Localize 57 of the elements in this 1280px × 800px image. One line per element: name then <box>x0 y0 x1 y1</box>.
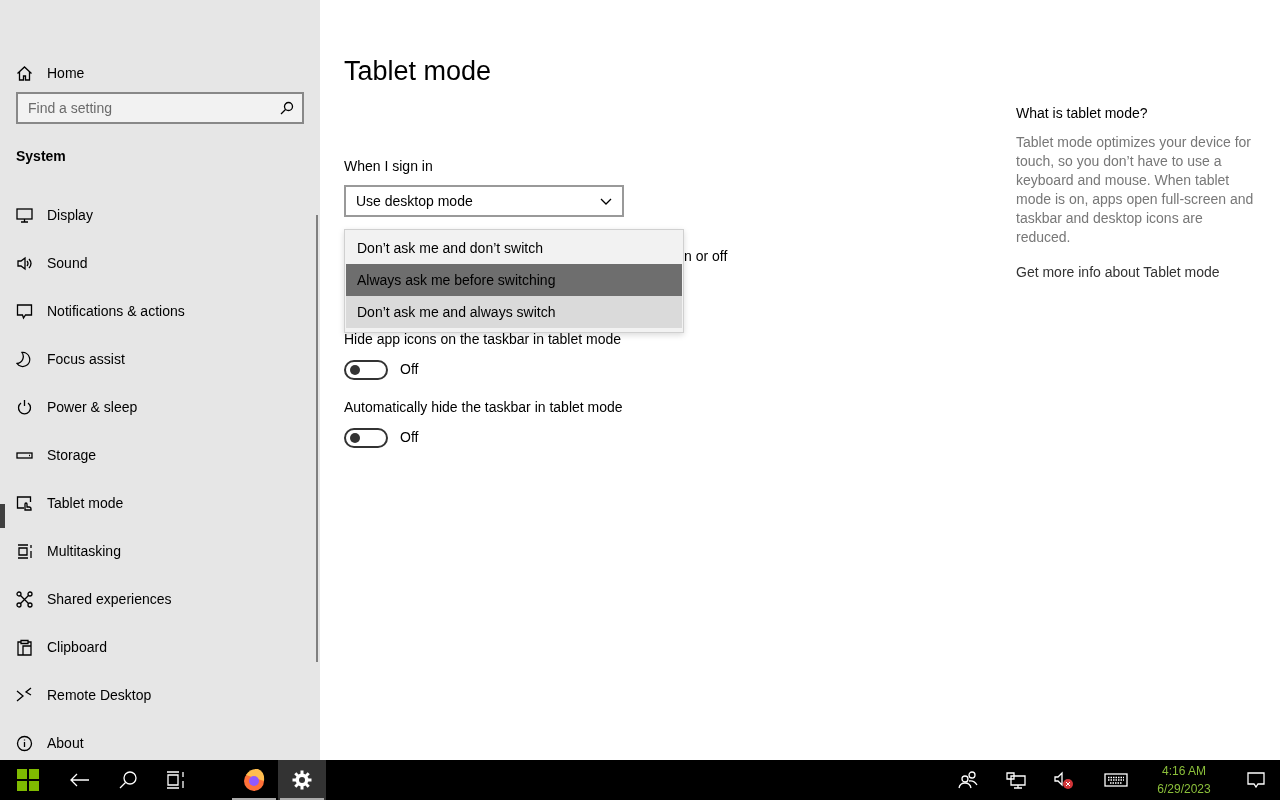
task-view-icon <box>166 771 186 789</box>
dropdown-option[interactable]: Don’t ask me and always switch <box>346 296 682 328</box>
search-field[interactable]: Find a setting <box>16 92 304 124</box>
home-link[interactable]: Home <box>0 62 300 84</box>
page-title: Tablet mode <box>344 55 493 88</box>
speaker-icon <box>16 254 33 272</box>
sidebar-item[interactable]: Multitasking <box>0 540 300 562</box>
settings-icon <box>292 770 312 790</box>
keyboard-icon <box>1104 773 1128 787</box>
notification-icon <box>1247 772 1265 788</box>
remote-desktop-icon <box>16 686 33 704</box>
moon-icon <box>16 350 33 368</box>
multitasking-icon <box>16 542 33 560</box>
toggle-switch[interactable] <box>344 427 388 448</box>
setting-label: n or off <box>684 246 728 266</box>
dropdown-option[interactable]: Don’t ask me and don’t switch <box>346 232 682 264</box>
power-icon <box>16 398 33 416</box>
network-nodes-icon <box>16 590 33 608</box>
speech-bubble-icon <box>16 302 33 320</box>
section-heading: System <box>16 147 67 166</box>
sidebar-item[interactable]: Storage <box>0 444 300 466</box>
sidebar-item[interactable]: Focus assist <box>0 348 300 370</box>
info-icon <box>16 734 33 752</box>
chevron-down-icon <box>600 197 612 205</box>
toggle-state: Off <box>400 360 419 380</box>
windows-logo-icon <box>17 769 39 791</box>
clock[interactable]: 4:16 AM 6/29/2023 <box>1144 762 1224 798</box>
people-icon <box>958 771 978 789</box>
taskbar-app-button[interactable] <box>278 760 326 800</box>
back-arrow-icon <box>70 773 90 787</box>
browser-icon <box>242 768 266 792</box>
toggle-state: Off <box>400 428 419 448</box>
sidebar-item[interactable]: Sound <box>0 252 300 274</box>
dropdown-field[interactable]: Use desktop mode <box>344 185 624 218</box>
toggle-switch[interactable] <box>344 359 388 380</box>
home-icon <box>16 64 33 82</box>
monitor-icon <box>16 206 33 224</box>
sidebar-item[interactable]: Clipboard <box>0 636 300 658</box>
sidebar-item[interactable]: Shared experiences <box>0 588 300 610</box>
search-icon <box>119 771 137 789</box>
search-icon <box>280 101 294 115</box>
help-link[interactable]: Get more info about Tablet mode <box>1016 262 1220 283</box>
sidebar-item[interactable]: Display <box>0 204 300 226</box>
setting-label: Hide app icons on the taskbar in tablet mode <box>344 330 622 350</box>
dropdown-option[interactable]: Always ask me before switching <box>346 264 682 296</box>
help-heading: What is tablet mode? <box>1016 104 1149 123</box>
clipboard-icon <box>16 638 33 656</box>
speaker-muted-icon <box>1054 771 1074 789</box>
field-label: When I sign in <box>344 157 433 177</box>
help-text: Tablet mode optimizes your device for touch, so you don’t have to use a keyboard and mouse. When tablet mode is on, apps open full-screen and taskbar and desktop icons are reduced. <box>1016 133 1255 247</box>
sidebar-item[interactable]: Power & sleep <box>0 396 300 418</box>
setting-label: Automatically hide the taskbar in tablet mode <box>344 398 623 418</box>
sidebar-item[interactable]: Notifications & actions <box>0 300 300 322</box>
tablet-touch-icon <box>16 494 33 512</box>
sidebar-item[interactable]: Remote Desktop <box>0 684 300 706</box>
network-icon <box>1006 771 1026 789</box>
sidebar-item[interactable]: About <box>0 732 300 754</box>
